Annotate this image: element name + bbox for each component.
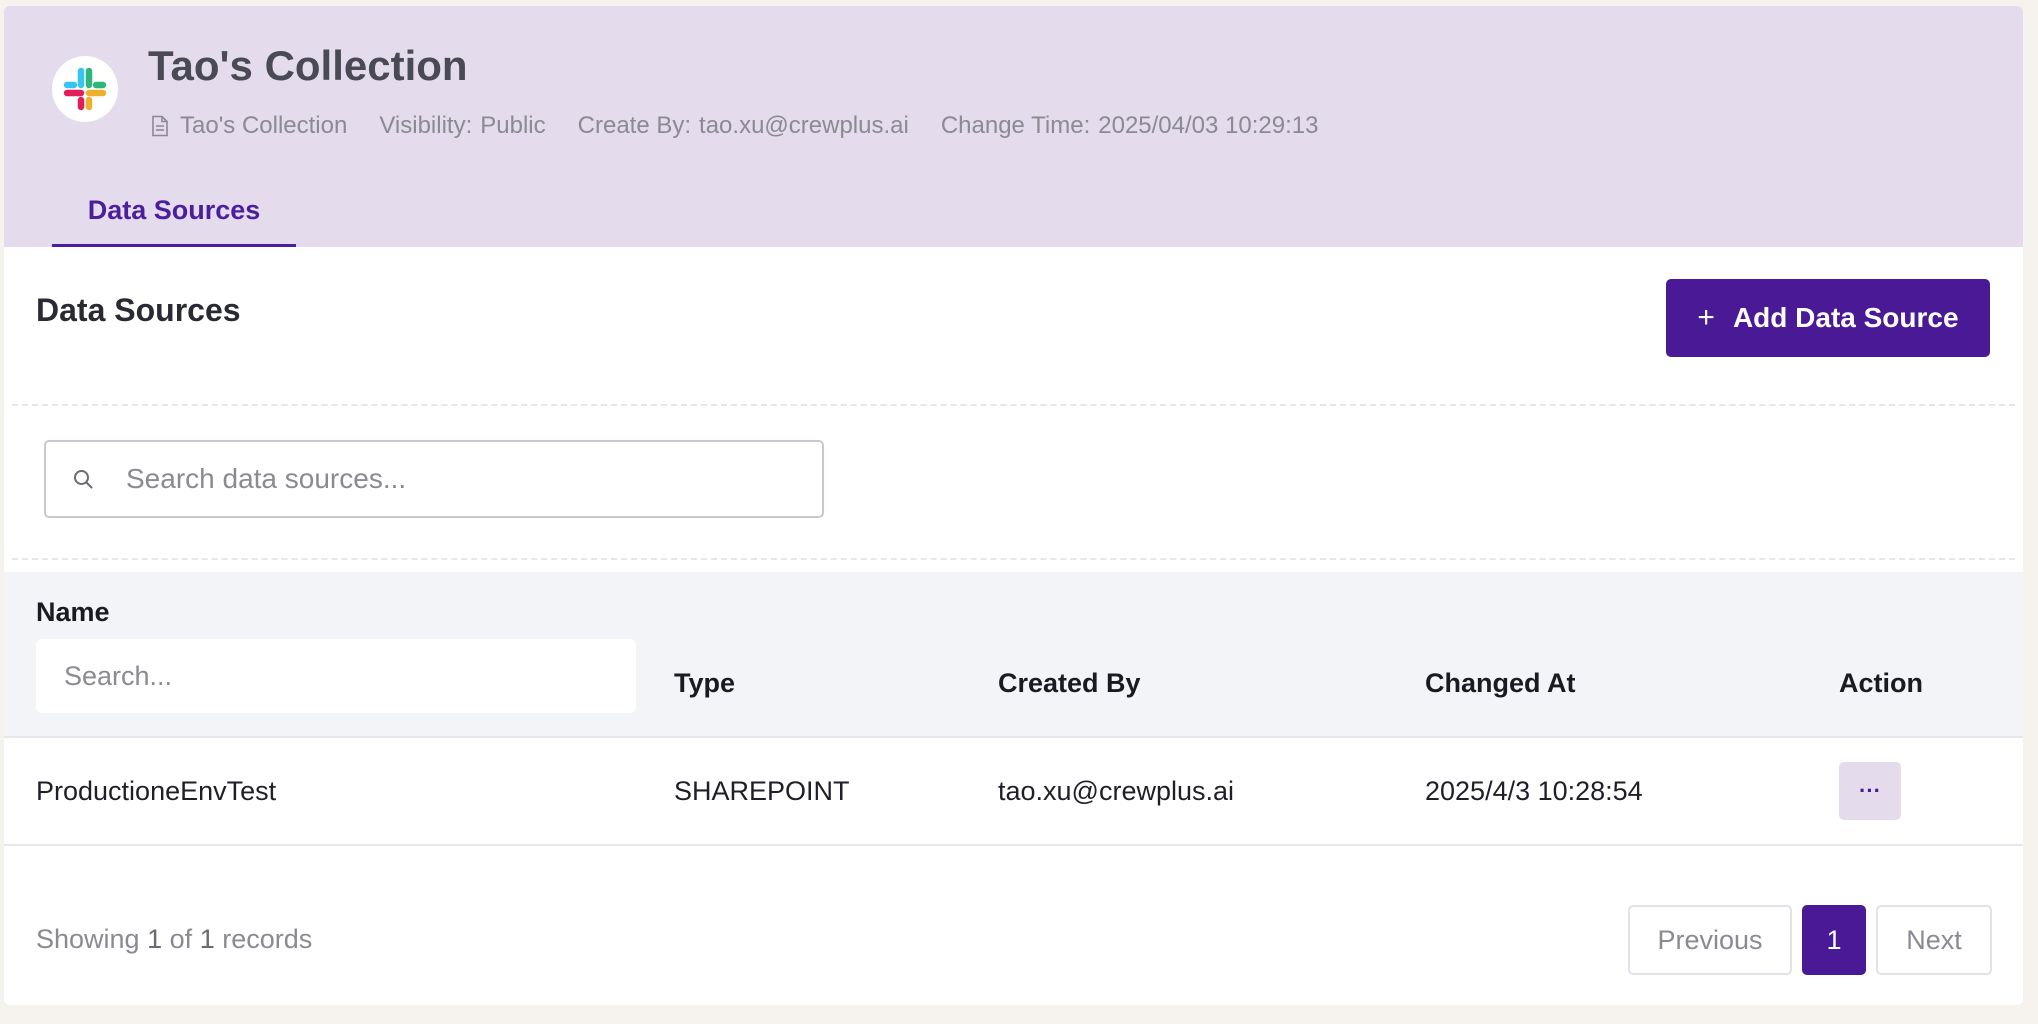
showing-from: 1 [147,924,163,954]
meta-visibility-label: Visibility: [379,112,473,139]
showing-prefix: Showing [36,924,140,954]
collection-logo [52,56,118,122]
more-icon: ··· [1859,778,1881,803]
meta-change-time-label: Change Time: [940,112,1091,139]
collection-panel: Tao's Collection Tao's Collection Visibi… [4,6,2023,1005]
collection-meta: Tao's Collection Visibility: Public Crea… [150,109,1350,143]
records-summary: Showing 1 of 1 records [36,924,312,955]
table-header: Name Type Created By Changed At Action [4,572,2023,738]
name-filter-input[interactable] [64,660,604,692]
meta-collection-name: Tao's Collection [150,112,347,140]
meta-created-by-value: tao.xu@crewplus.ai [699,112,909,139]
next-page-button[interactable]: Next [1876,905,1992,975]
plus-icon: + [1697,301,1715,334]
showing-suffix: records [222,924,313,954]
meta-visibility-value: Public [480,112,546,139]
collection-header: Tao's Collection Tao's Collection Visibi… [4,6,2023,247]
column-header-changed-at: Changed At [1425,668,1576,698]
meta-visibility: Visibility: Public [379,112,545,140]
cell-changed-at: 2025/4/3 10:28:54 [1425,775,1643,806]
search-icon [74,470,93,489]
cell-type: SHAREPOINT [674,775,850,806]
column-header-action: Action [1839,668,1923,698]
column-header-created-by: Created By [998,668,1141,698]
name-filter[interactable] [36,639,636,713]
slack-logo-icon [63,67,107,111]
row-action-button[interactable]: ··· [1839,762,1901,820]
section-divider [12,404,2015,406]
collection-title: Tao's Collection [148,42,468,89]
cell-created-by: tao.xu@crewplus.ai [998,775,1235,806]
meta-change-time-value: 2025/04/03 10:29:13 [1098,112,1319,139]
meta-created-by-label: Create By: [577,112,692,139]
section-title: Data Sources [36,292,241,328]
add-data-source-button[interactable]: + Add Data Source [1666,279,1990,357]
meta-change-time: Change Time: 2025/04/03 10:29:13 [941,112,1319,140]
showing-of: of [169,924,193,954]
document-icon [152,115,168,137]
cell-name: ProductioneEnvTest [36,775,277,806]
showing-total: 1 [199,924,215,954]
search-input[interactable] [126,463,806,495]
previous-page-button[interactable]: Previous [1628,905,1792,975]
page-1-button[interactable]: 1 [1802,905,1866,975]
table-row[interactable]: ProductioneEnvTest SHAREPOINT tao.xu@cre… [4,738,2023,846]
meta-collection-name-text: Tao's Collection [180,112,348,139]
column-header-name: Name [36,597,110,627]
data-source-search[interactable] [44,440,824,518]
search-divider [12,558,2015,560]
column-header-type: Type [674,668,736,698]
tab-data-sources[interactable]: Data Sources [52,176,296,247]
add-data-source-label: Add Data Source [1732,302,1959,333]
meta-created-by: Create By: tao.xu@crewplus.ai [578,112,909,140]
